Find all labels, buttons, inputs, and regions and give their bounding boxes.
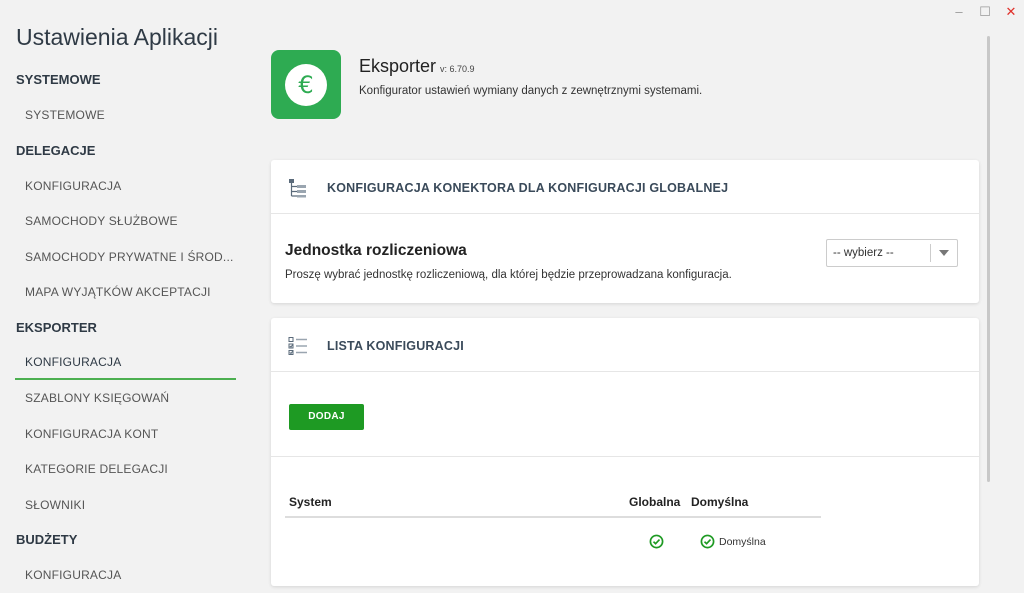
sidebar: Ustawienia Aplikacji SYSTEMOWE SYSTEMOWE… xyxy=(0,0,250,593)
sidebar-item-systemowe[interactable]: SYSTEMOWE xyxy=(0,97,236,133)
sidebar-item-samochody-prywatne[interactable]: SAMOCHODY PRYWATNE I ŚROD... xyxy=(0,239,236,275)
page-title: Ustawienia Aplikacji xyxy=(16,24,218,50)
chevron-down-icon[interactable] xyxy=(930,244,957,262)
scrollbar[interactable] xyxy=(987,36,990,482)
sidebar-item-szablony-ksiegowan[interactable]: SZABLONY KSIĘGOWAŃ xyxy=(0,380,236,416)
maximize-button[interactable]: ☐ xyxy=(978,4,992,20)
app-name-text: Eksporter xyxy=(359,56,437,76)
app-description: Konfigurator ustawień wymiany danych z z… xyxy=(359,85,703,97)
app-header: € Eksporter v: 6.70.9 Konfigurator ustawi… xyxy=(271,50,971,120)
billing-unit-select[interactable]: -- wybierz -- xyxy=(826,239,958,267)
card-header: KONFIGURACJA KONEKTORA DLA KONFIGURACJI … xyxy=(271,160,979,214)
table-row[interactable]: Domyślna xyxy=(285,518,821,564)
card-title: LISTA KONFIGURACJI xyxy=(327,339,464,353)
app-name: Eksporter v: 6.70.9 xyxy=(359,56,475,77)
sidebar-item-konfiguracja-kont[interactable]: KONFIGURACJA KONT xyxy=(0,416,236,452)
nav-section-delegacje: DELEGACJE xyxy=(16,142,96,158)
nav-section-eksporter: EKSPORTER xyxy=(16,319,97,335)
field-description: Proszę wybrać jednostkę rozliczeniową, d… xyxy=(285,269,732,281)
sidebar-item-mapa-wyjatkow[interactable]: MAPA WYJĄTKÓW AKCEPTACJI xyxy=(0,274,236,310)
sidebar-item-slowniki[interactable]: SŁOWNIKI xyxy=(0,487,236,523)
sidebar-item-samochody-sluzbowe[interactable]: SAMOCHODY SŁUŻBOWE xyxy=(0,203,236,239)
column-header-default: Domyślna xyxy=(691,495,749,509)
euro-icon: € xyxy=(285,63,327,106)
nav-section-budzety: BUDŻETY xyxy=(16,532,78,547)
sidebar-nav: SYSTEMOWE SYSTEMOWE DELEGACJE KONFIGURAC… xyxy=(0,62,250,593)
default-label: Domyślna xyxy=(719,536,766,548)
card-title: KONFIGURACJA KONEKTORA DLA KONFIGURACJI … xyxy=(327,181,729,195)
select-value: -- wybierz -- xyxy=(833,247,894,259)
field-title: Jednostka rozliczeniowa xyxy=(285,242,467,259)
nav-section-systemowe: SYSTEMOWE xyxy=(16,72,101,87)
main-content: € Eksporter v: 6.70.9 Konfigurator ustawi… xyxy=(270,0,980,593)
config-table: System Globalna Domyślna Domyślna xyxy=(285,488,821,564)
connector-config-card: KONFIGURACJA KONEKTORA DLA KONFIGURACJI … xyxy=(271,160,979,303)
sidebar-item-kategorie-delegacji[interactable]: KATEGORIE DELEGACJI xyxy=(0,451,236,487)
add-button[interactable]: DODAJ xyxy=(289,404,364,430)
checklist-icon xyxy=(288,337,307,355)
config-list-card: LISTA KONFIGURACJI DODAJ System Globalna… xyxy=(271,318,979,586)
divider xyxy=(271,456,979,457)
table-header: System Globalna Domyślna xyxy=(285,488,821,518)
card-header: LISTA KONFIGURACJI xyxy=(271,318,979,372)
column-header-system: System xyxy=(289,495,332,509)
check-circle-icon xyxy=(649,534,664,549)
check-circle-icon xyxy=(700,534,715,549)
sidebar-item-budzety-konfiguracja[interactable]: KONFIGURACJA xyxy=(0,557,236,593)
hierarchy-icon xyxy=(289,179,306,198)
sidebar-item-eksporter-konfiguracja[interactable]: KONFIGURACJA xyxy=(15,345,236,380)
app-version: v: 6.70.9 xyxy=(440,64,475,74)
close-button[interactable]: ✕ xyxy=(1004,4,1018,20)
column-header-global: Globalna xyxy=(629,495,681,509)
sidebar-item-delegacje-konfiguracja[interactable]: KONFIGURACJA xyxy=(0,168,236,204)
app-logo: € xyxy=(271,50,341,119)
